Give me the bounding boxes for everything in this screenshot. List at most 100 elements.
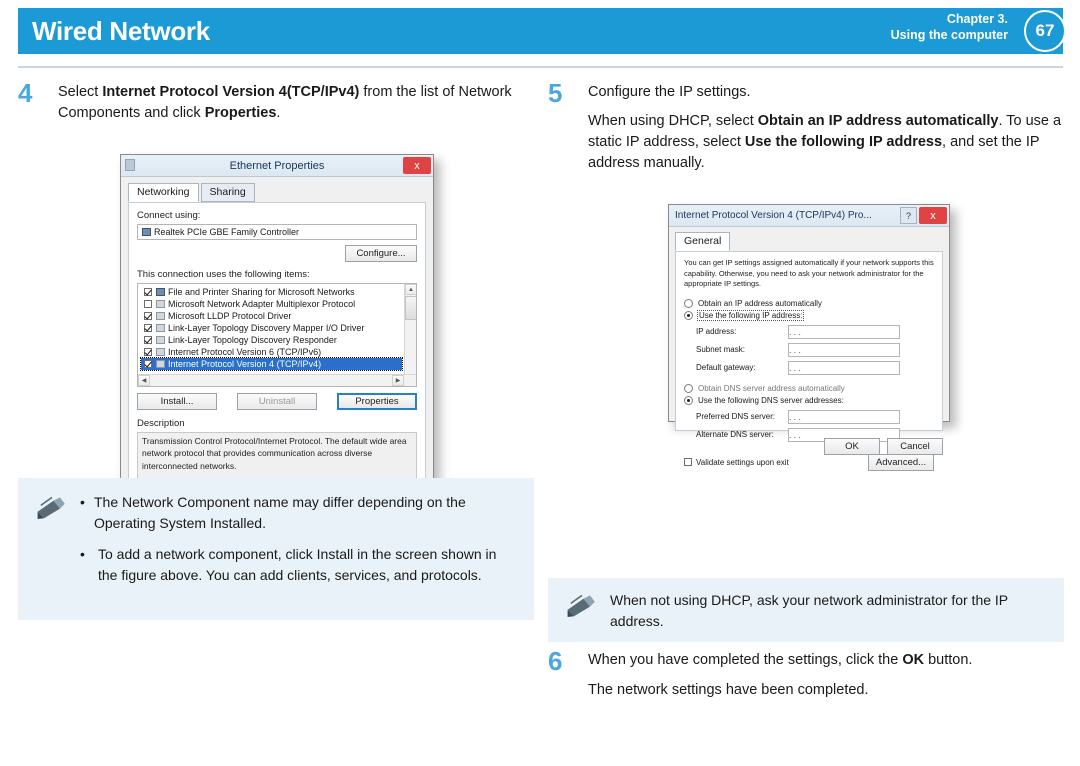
tab-networking[interactable]: Networking (128, 183, 199, 202)
dialog-title: Internet Protocol Version 4 (TCP/IPv4) P… (675, 210, 872, 221)
chapter-label: Chapter 3. Using the computer (891, 12, 1008, 43)
ip-address-input[interactable]: . . . (788, 324, 900, 339)
checkbox-icon[interactable] (144, 288, 152, 296)
step-4-text-d: Properties (204, 105, 277, 122)
preferred-dns-row: Preferred DNS server: . . . (684, 409, 934, 424)
radio-obtain-ip-auto[interactable]: Obtain an IP address automatically (684, 298, 934, 308)
dialog-tabs: Networking Sharing (128, 183, 426, 202)
checkbox-icon[interactable] (144, 324, 152, 332)
checkbox-icon[interactable] (144, 348, 152, 356)
checkbox-icon[interactable] (144, 300, 152, 308)
list-item-label: Microsoft LLDP Protocol Driver (168, 311, 292, 321)
radio-icon[interactable] (684, 298, 693, 308)
step-4-text-b: Internet Protocol Version 4(TCP/IPv4) (102, 84, 360, 100)
component-icon (156, 324, 165, 332)
list-item[interactable]: Microsoft LLDP Protocol Driver (141, 310, 402, 322)
close-icon[interactable]: x (919, 207, 947, 224)
list-item-label: Microsoft Network Adapter Multiplexor Pr… (168, 299, 356, 309)
step-5-number: 5 (548, 78, 563, 108)
scrollbar-thumb[interactable] (405, 296, 416, 320)
component-icon (156, 360, 165, 368)
step-6-wrapper: 6 When you have completed the settings, … (548, 646, 1064, 707)
right-note-box: When not using DHCP, ask your network ad… (548, 578, 1064, 642)
items-label: This connection uses the following items… (137, 269, 310, 280)
radio-icon[interactable] (684, 395, 693, 405)
uninstall-button[interactable]: Uninstall (237, 393, 317, 410)
validate-advanced-row: Validate settings upon exit Advanced... (684, 453, 934, 471)
tab-sharing[interactable]: Sharing (200, 183, 255, 202)
cancel-button[interactable]: Cancel (887, 438, 943, 455)
step-5-line2-a: When using DHCP, select (588, 113, 758, 130)
step-6-line1-a: When you have completed the settings, cl… (588, 652, 903, 668)
ok-button[interactable]: OK (824, 438, 880, 455)
list-item-label: Internet Protocol Version 4 (TCP/IPv4) (168, 359, 322, 369)
list-item[interactable]: Link-Layer Topology Discovery Mapper I/O… (141, 322, 402, 334)
general-panel: You can get IP settings assigned automat… (675, 251, 943, 471)
list-item[interactable]: Internet Protocol Version 6 (TCP/IPv6) (141, 346, 402, 358)
list-item-label: Internet Protocol Version 6 (TCP/IPv6) (168, 347, 322, 357)
advanced-button[interactable]: Advanced... (868, 453, 934, 471)
step-6-line2: The network settings have been completed… (588, 682, 869, 699)
list-item-label: File and Printer Sharing for Microsoft N… (168, 287, 355, 297)
subnet-mask-input[interactable]: . . . (788, 342, 900, 357)
scroll-up-icon[interactable]: ▲ (405, 284, 416, 295)
radio-label: Use the following IP address: (696, 309, 805, 321)
step-5-line2-d: Use the following IP address (744, 134, 943, 151)
step-6-number: 6 (548, 646, 563, 676)
checkbox-icon[interactable] (684, 458, 692, 466)
checkbox-icon[interactable] (144, 336, 152, 344)
radio-label: Use the following DNS server addresses: (698, 395, 844, 405)
left-column: 4 Select Internet Protocol Version 4(TCP… (18, 78, 534, 520)
step-4-text: Select Internet Protocol Version 4(TCP/I… (58, 82, 534, 124)
list-item-label: Link-Layer Topology Discovery Responder (168, 335, 337, 345)
list-item[interactable]: File and Printer Sharing for Microsoft N… (141, 286, 402, 298)
component-icon (156, 300, 165, 308)
component-icon (156, 336, 165, 344)
page-title: Wired Network (32, 16, 210, 46)
connect-using-label: Connect using: (137, 210, 201, 221)
step-4-text-a: Select (58, 84, 103, 100)
ethernet-properties-dialog: Ethernet Properties x Networking Sharing… (120, 154, 434, 520)
preferred-dns-input[interactable]: . . . (788, 409, 900, 424)
list-item[interactable]: Microsoft Network Adapter Multiplexor Pr… (141, 298, 402, 310)
configure-button[interactable]: Configure... (345, 245, 417, 262)
note-line: The Network Component name may differ de… (80, 492, 516, 534)
scroll-right-icon[interactable]: ▶ (392, 375, 404, 386)
listbox-hscrollbar[interactable]: ◀ ▶ (138, 374, 416, 386)
checkbox-icon[interactable] (144, 360, 152, 368)
list-item[interactable]: Link-Layer Topology Discovery Responder (141, 334, 402, 346)
radio-icon[interactable] (684, 383, 693, 393)
component-icon (156, 348, 165, 356)
radio-obtain-dns-auto[interactable]: Obtain DNS server address automatically (684, 383, 934, 393)
alternate-dns-label: Alternate DNS server: (696, 430, 774, 439)
list-item-selected[interactable]: Internet Protocol Version 4 (TCP/IPv4) (140, 357, 403, 371)
install-button[interactable]: Install... (137, 393, 217, 410)
properties-button[interactable]: Properties (337, 393, 417, 410)
dialog-titlebar: Ethernet Properties x (121, 155, 433, 177)
validate-settings-checkbox[interactable]: Validate settings upon exit (684, 458, 789, 467)
listbox-scrollbar[interactable]: ▲ ▼ (404, 284, 416, 386)
page-header: Wired Network Chapter 3. Using the compu… (0, 0, 1080, 60)
radio-use-following-ip[interactable]: Use the following IP address: (684, 309, 934, 321)
radio-use-following-dns[interactable]: Use the following DNS server addresses: (684, 395, 934, 405)
chapter-name: Using the computer (890, 27, 1008, 42)
network-adapter-icon (142, 228, 151, 236)
scroll-left-icon[interactable]: ◀ (138, 375, 150, 386)
subnet-mask-label: Subnet mask: (696, 345, 745, 354)
page-number: 67 (1024, 10, 1066, 52)
step-4-number: 4 (18, 78, 33, 108)
default-gateway-row: Default gateway: . . . (684, 360, 934, 375)
dialog-tabs: General (675, 232, 943, 251)
step-5: 5 Configure the IP settings. When using … (548, 78, 1064, 174)
components-listbox[interactable]: File and Printer Sharing for Microsoft N… (137, 283, 417, 387)
preferred-dns-label: Preferred DNS server: (696, 412, 776, 421)
step-5-line2-b: Obtain an IP address automatically (757, 113, 999, 130)
help-icon[interactable]: ? (900, 207, 917, 224)
default-gateway-input[interactable]: . . . (788, 360, 900, 375)
checkbox-icon[interactable] (144, 312, 152, 320)
close-icon[interactable]: x (403, 157, 431, 174)
networking-panel: Connect using: Realtek PCIe GBE Family C… (128, 202, 426, 520)
tab-general[interactable]: General (675, 232, 731, 251)
radio-icon[interactable] (684, 310, 693, 320)
header-divider (18, 66, 1063, 68)
